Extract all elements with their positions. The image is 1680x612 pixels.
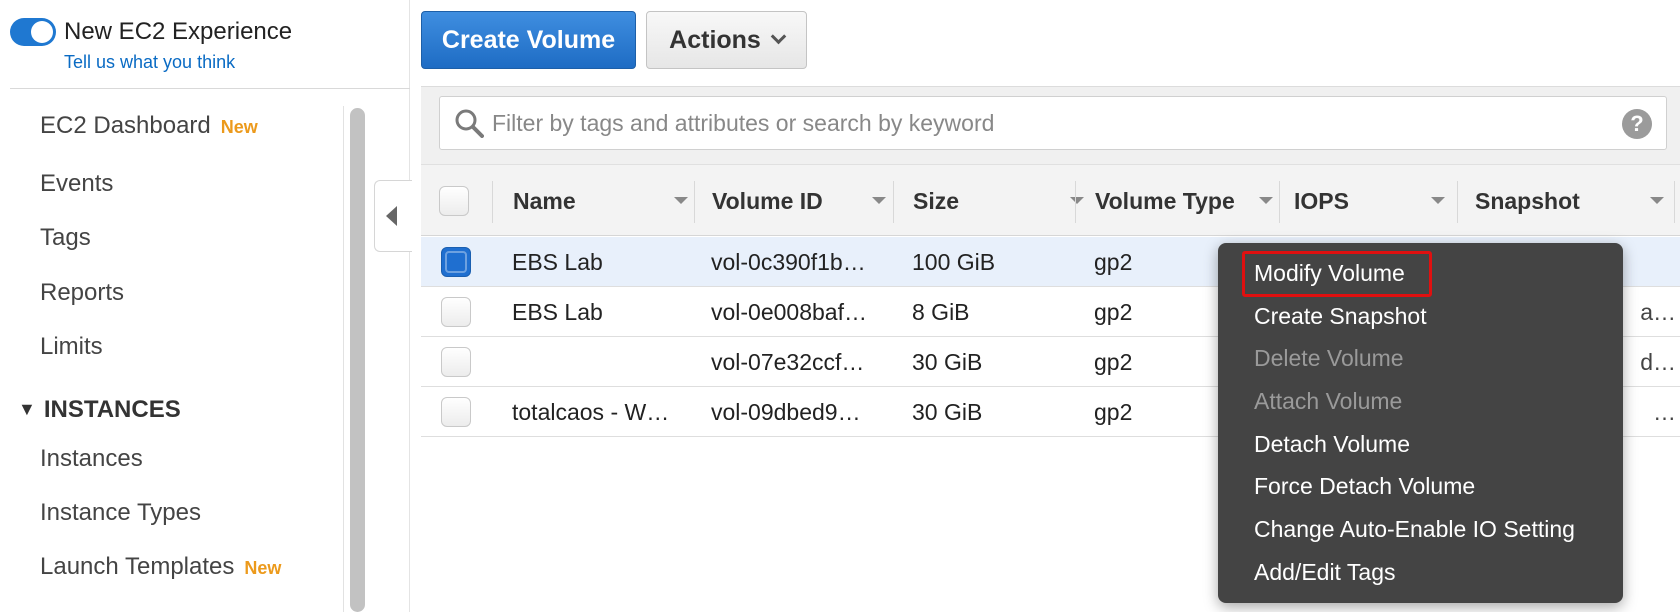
sidebar-item-events[interactable]: Events: [40, 170, 113, 198]
cell-volume-id: vol-0c390f1b…: [711, 248, 866, 275]
sidebar-item-limits[interactable]: Limits: [40, 333, 103, 361]
search-box: ?: [439, 96, 1667, 150]
chevron-down-icon: [770, 28, 787, 44]
row-checkbox[interactable]: [441, 347, 471, 377]
cell-size: 100 GiB: [912, 248, 996, 275]
sort-caret-icon: [1431, 197, 1445, 204]
sidebar-item-launch-templates[interactable]: Launch Templates New: [40, 553, 281, 581]
column-label: IOPS: [1294, 187, 1349, 214]
column-divider: [492, 181, 493, 223]
create-volume-button[interactable]: Create Volume: [421, 11, 636, 69]
sidebar-item-instances[interactable]: Instances: [40, 445, 143, 473]
menu-item-change-auto-enable-io[interactable]: Change Auto-Enable IO Setting: [1254, 516, 1575, 543]
section-label: INSTANCES: [43, 396, 181, 423]
menu-item-force-detach-volume[interactable]: Force Detach Volume: [1254, 473, 1475, 500]
row-checkbox[interactable]: [441, 297, 471, 327]
sidebar-item-ec2-dashboard[interactable]: EC2 Dashboard New: [40, 112, 258, 140]
chevron-left-icon: [386, 206, 397, 226]
cell-name: totalcaos - W…: [512, 398, 670, 425]
row-checkbox[interactable]: [441, 397, 471, 427]
menu-item-create-snapshot[interactable]: Create Snapshot: [1254, 303, 1427, 330]
toggle-knob: [31, 21, 53, 43]
column-header-snapshot[interactable]: Snapshot: [1475, 165, 1675, 237]
menu-item-add-edit-tags[interactable]: Add/Edit Tags: [1254, 559, 1396, 586]
column-label: Name: [513, 187, 576, 214]
table-header: Name Volume ID Size Volume Type IOPS Sna…: [421, 164, 1680, 236]
cell-size: 8 GiB: [912, 298, 970, 325]
sidebar-divider: [10, 88, 410, 89]
column-header-volume-id[interactable]: Volume ID: [712, 165, 912, 237]
cell-snapshot: d…: [1640, 349, 1676, 375]
column-divider: [1674, 181, 1675, 223]
column-divider: [893, 181, 894, 223]
new-experience-toggle[interactable]: [10, 18, 56, 46]
cell-name: EBS Lab: [512, 248, 603, 275]
cell-volume-id: vol-09dbed9…: [711, 398, 861, 425]
sidebar-item-label: EC2 Dashboard: [40, 112, 211, 139]
caret-down-icon: ▼: [18, 399, 36, 419]
new-badge: New: [244, 558, 282, 578]
column-header-volume-type[interactable]: Volume Type: [1095, 165, 1295, 237]
column-divider: [1279, 181, 1280, 223]
menu-item-detach-volume[interactable]: Detach Volume: [1254, 431, 1410, 458]
column-divider: [694, 181, 695, 223]
column-divider: [1075, 181, 1076, 223]
cell-size: 30 GiB: [912, 348, 983, 375]
sidebar: New EC2 Experience Tell us what you thin…: [0, 0, 410, 612]
sidebar-scrollbar-thumb[interactable]: [350, 108, 365, 612]
cell-snapshot: a…: [1640, 299, 1676, 325]
menu-item-attach-volume: Attach Volume: [1254, 388, 1403, 414]
row-checkbox[interactable]: [441, 247, 471, 277]
sort-caret-icon: [1650, 197, 1664, 204]
sidebar-item-instance-types[interactable]: Instance Types: [40, 499, 201, 527]
sort-caret-icon: [1070, 197, 1084, 204]
cell-size: 30 GiB: [912, 398, 983, 425]
collapse-sidebar-button[interactable]: [374, 180, 412, 252]
cell-volume-id: vol-0e008baf…: [711, 298, 867, 325]
column-header-name[interactable]: Name: [513, 165, 713, 237]
help-icon[interactable]: ?: [1622, 109, 1652, 139]
sidebar-item-label: Launch Templates: [40, 553, 235, 580]
cell-volume-id: vol-07e32ccf…: [711, 348, 865, 375]
new-experience-title: New EC2 Experience: [64, 18, 293, 45]
cell-name: EBS Lab: [512, 298, 603, 325]
sort-caret-icon: [674, 197, 688, 204]
new-badge: New: [220, 117, 258, 137]
column-header-iops[interactable]: IOPS: [1294, 165, 1494, 237]
new-experience-toggle-area: New EC2 Experience Tell us what you thin…: [10, 16, 410, 88]
cell-snapshot: …: [1653, 399, 1676, 425]
sidebar-item-tags[interactable]: Tags: [40, 224, 91, 252]
column-header-size[interactable]: Size: [913, 165, 1113, 237]
actions-context-menu: Modify Volume Create Snapshot Delete Vol…: [1218, 243, 1623, 603]
actions-label: Actions: [669, 25, 761, 54]
sidebar-item-reports[interactable]: Reports: [40, 279, 124, 307]
sort-caret-icon: [872, 197, 886, 204]
column-label: Volume ID: [712, 187, 823, 214]
menu-item-delete-volume: Delete Volume: [1254, 345, 1404, 371]
search-input[interactable]: [492, 97, 1592, 149]
cell-name: [512, 337, 682, 387]
sidebar-section-instances[interactable]: ▼ INSTANCES: [18, 396, 181, 424]
actions-dropdown-button[interactable]: Actions: [646, 11, 807, 69]
select-all-checkbox[interactable]: [439, 186, 469, 216]
column-label: Volume Type: [1095, 187, 1235, 214]
feedback-link[interactable]: Tell us what you think: [64, 52, 235, 73]
sort-caret-icon: [1259, 197, 1273, 204]
column-label: Snapshot: [1475, 187, 1580, 214]
column-divider: [1457, 181, 1458, 223]
column-label: Size: [913, 187, 960, 214]
search-icon: [455, 109, 484, 138]
menu-item-modify-volume[interactable]: Modify Volume: [1254, 260, 1405, 287]
